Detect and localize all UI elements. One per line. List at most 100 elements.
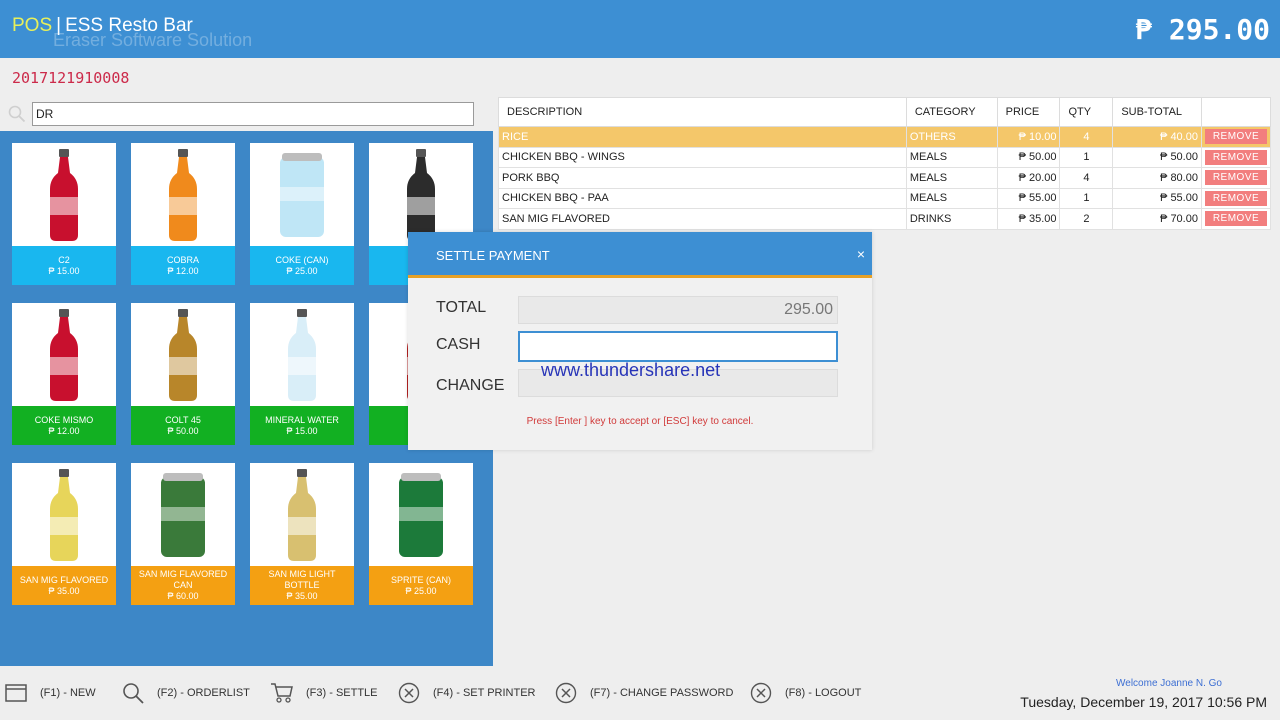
product-image	[12, 463, 116, 566]
bottle-icon	[288, 308, 316, 401]
dialog-title: SETTLE PAYMENT	[436, 248, 550, 263]
product-name: COKE (CAN)	[275, 254, 329, 265]
order-row[interactable]: SAN MIG FLAVORED DRINKS ₱ 35.00 2 ₱ 70.00 REM…	[498, 208, 1272, 230]
remove-button[interactable]: REMOVE	[1204, 190, 1267, 206]
item-description: RICE	[498, 126, 907, 148]
window-icon	[4, 682, 28, 704]
item-subtotal: ₱ 80.00	[1112, 167, 1202, 189]
order-number: 2017121910008	[12, 69, 130, 87]
product-tile[interactable]: C2 ₱ 15.00	[12, 143, 116, 285]
product-caption: COKE MISMO ₱ 12.00	[12, 406, 116, 445]
product-price: ₱ 35.00	[286, 591, 318, 601]
cash-input[interactable]	[518, 331, 838, 362]
product-name: MINERAL WATER	[265, 414, 339, 425]
product-price: ₱ 25.00	[405, 585, 437, 596]
cash-label: CASH	[436, 336, 481, 353]
remove-cell: REMOVE	[1200, 167, 1272, 189]
product-caption: SAN MIG FLAVORED ₱ 35.00	[12, 566, 116, 605]
footer-button-label: (F3) - SETTLE	[306, 687, 378, 699]
product-tile[interactable]: SAN MIG FLAVORED ₱ 35.00	[12, 463, 116, 605]
product-name: SAN MIG FLAVORED CAN	[138, 569, 228, 590]
remove-button[interactable]: REMOVE	[1204, 211, 1267, 227]
product-tile[interactable]: SAN MIG LIGHT BOTTLE ₱ 35.00	[250, 463, 354, 605]
product-image	[131, 303, 235, 406]
product-name: SAN MIG FLAVORED	[19, 574, 109, 585]
product-tile[interactable]: SPRITE (CAN) ₱ 25.00	[369, 463, 473, 605]
product-search-input[interactable]	[32, 102, 474, 126]
remove-cell: REMOVE	[1200, 126, 1272, 148]
x-circle-icon	[749, 682, 773, 704]
bottle-icon	[407, 148, 435, 241]
product-image	[250, 143, 354, 246]
product-tile[interactable]: COLT 45 ₱ 50.00	[131, 303, 235, 445]
x-circle-icon	[397, 682, 421, 704]
remove-button[interactable]: REMOVE	[1204, 170, 1267, 186]
order-row[interactable]: PORK BBQ MEALS ₱ 20.00 4 ₱ 80.00 REMOVE	[498, 167, 1272, 189]
order-table: DESCRIPTION CATEGORY PRICE QTY SUB-TOTAL RIC…	[498, 97, 1272, 230]
order-row[interactable]: CHICKEN BBQ - WINGS MEALS ₱ 50.00 1 ₱ 50.00 R…	[498, 146, 1272, 168]
item-category: MEALS	[905, 146, 998, 168]
footer-button[interactable]: (F2) - ORDERLIST	[121, 682, 250, 704]
datetime-display: Tuesday, December 19, 2017 10:56 PM	[1020, 694, 1267, 710]
item-category: MEALS	[905, 167, 998, 189]
footer-button[interactable]: (F3) - SETTLE	[270, 682, 378, 704]
product-name: COBRA	[166, 254, 199, 265]
bottle-icon	[50, 308, 78, 401]
footer-button[interactable]: (F8) - LOGOUT	[749, 682, 861, 704]
item-description: SAN MIG FLAVORED	[498, 208, 907, 230]
column-header: CATEGORY	[905, 97, 998, 127]
remove-cell: REMOVE	[1200, 146, 1272, 168]
product-tile[interactable]: COKE (CAN) ₱ 25.00	[250, 143, 354, 285]
search-icon	[121, 682, 145, 704]
product-caption: COLT 45 ₱ 50.00	[131, 406, 235, 445]
remove-button[interactable]: REMOVE	[1204, 149, 1267, 165]
column-header: SUB-TOTAL	[1112, 97, 1202, 127]
item-price: ₱ 55.00	[996, 187, 1061, 209]
product-price: ₱ 15.00	[48, 265, 80, 276]
item-description: CHICKEN BBQ - WINGS	[498, 146, 907, 168]
item-description: CHICKEN BBQ - PAA	[498, 187, 907, 209]
pos-label: POS	[12, 15, 53, 36]
item-subtotal: ₱ 40.00	[1112, 126, 1202, 148]
product-caption: COKE (CAN) ₱ 25.00	[250, 246, 354, 285]
grand-total: ₱ 295.00	[1135, 13, 1270, 46]
product-name: SAN MIG LIGHT BOTTLE	[268, 569, 336, 590]
footer-button[interactable]: (F7) - CHANGE PASSWORD	[554, 682, 733, 704]
product-tile[interactable]: COKE MISMO ₱ 12.00	[12, 303, 116, 445]
can-icon	[399, 472, 443, 557]
product-price: ₱ 12.00	[167, 265, 199, 276]
item-subtotal: ₱ 50.00	[1112, 146, 1202, 168]
footer-button-label: (F4) - SET PRINTER	[433, 687, 536, 699]
order-row[interactable]: RICE OTHERS ₱ 10.00 4 ₱ 40.00 REMOVE	[498, 126, 1272, 148]
product-price: ₱ 35.00	[48, 585, 80, 596]
search-icon	[8, 105, 26, 123]
column-header: QTY	[1059, 97, 1114, 127]
remove-button[interactable]: REMOVE	[1204, 129, 1267, 145]
product-caption: COBRA ₱ 12.00	[131, 246, 235, 285]
product-image	[250, 303, 354, 406]
item-price: ₱ 35.00	[996, 208, 1061, 230]
cart-icon	[270, 682, 294, 704]
product-name: COLT 45	[165, 414, 201, 425]
item-description: PORK BBQ	[498, 167, 907, 189]
product-price: ₱ 12.00	[48, 425, 80, 436]
product-tile[interactable]: COBRA ₱ 12.00	[131, 143, 235, 285]
product-tile[interactable]: MINERAL WATER ₱ 15.00	[250, 303, 354, 445]
footer-button-label: (F1) - NEW	[40, 687, 96, 699]
product-tile[interactable]: SAN MIG FLAVORED CAN ₱ 60.00	[131, 463, 235, 605]
item-qty: 4	[1059, 167, 1114, 189]
item-category: MEALS	[905, 187, 998, 209]
close-icon[interactable]: ×	[857, 246, 865, 262]
can-icon	[161, 472, 205, 557]
order-row[interactable]: CHICKEN BBQ - PAA MEALS ₱ 55.00 1 ₱ 55.00 REM…	[498, 187, 1272, 209]
welcome-text: Welcome Joanne N. Go	[1116, 678, 1222, 689]
product-caption: SPRITE (CAN) ₱ 25.00	[369, 566, 473, 605]
remove-cell: REMOVE	[1200, 208, 1272, 230]
item-category: DRINKS	[905, 208, 998, 230]
app-header: POS | ESS Resto Bar Eraser Software Soluti…	[0, 0, 1280, 58]
footer-button[interactable]: (F1) - NEW	[4, 682, 96, 704]
product-price: ₱ 50.00	[167, 425, 199, 436]
footer-button[interactable]: (F4) - SET PRINTER	[397, 682, 535, 704]
product-image	[369, 463, 473, 566]
footer-bar: Welcome Joanne N. Go Tuesday, December 1…	[0, 666, 1280, 720]
